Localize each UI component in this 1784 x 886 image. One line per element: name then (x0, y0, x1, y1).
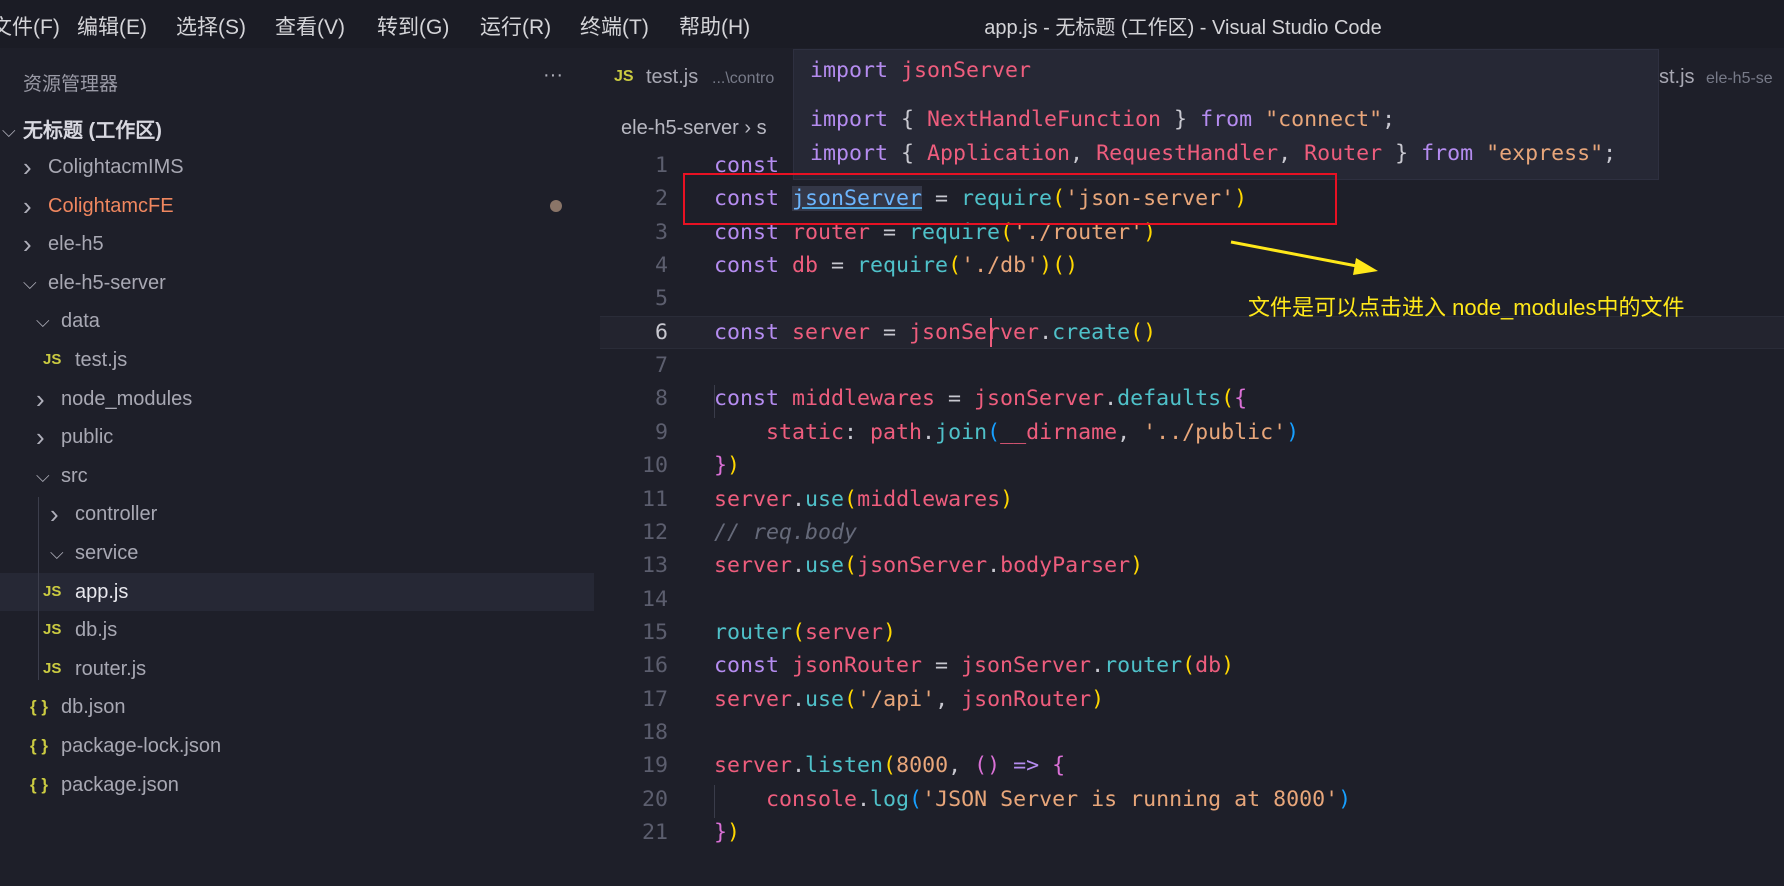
menu-item[interactable]: 编辑(E) (77, 11, 147, 41)
menu-item[interactable]: 转到(G) (377, 11, 449, 41)
menu-item[interactable]: 终端(T) (580, 11, 649, 41)
menu-item[interactable]: 帮助(H) (679, 11, 750, 41)
menu-item[interactable]: 选择(S) (176, 11, 246, 41)
menu-item[interactable]: 查看(V) (275, 11, 345, 41)
menu-item[interactable]: 运行(R) (480, 11, 551, 41)
menu-item[interactable]: 文件(F) (0, 11, 60, 41)
annotation-text: 文件是可以点击进入 node_modules中的文件 (1248, 295, 1685, 320)
annotation-arrow-icon (1230, 240, 1378, 275)
